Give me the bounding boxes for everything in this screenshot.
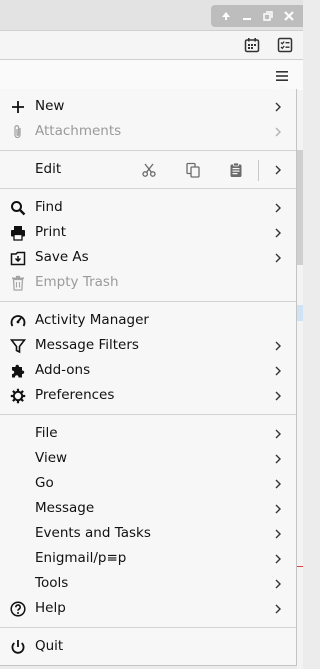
menu-item-label: Activity Manager — [35, 312, 149, 328]
puzzle-icon — [9, 362, 27, 380]
filter-icon — [9, 337, 27, 355]
menu-item-label: Message Filters — [35, 337, 139, 353]
chevron-right-icon — [272, 387, 284, 404]
menu-item-file[interactable]: File — [0, 421, 296, 446]
menu-item-save-as[interactable]: Save As — [0, 245, 296, 270]
menu-item-message-filters[interactable]: Message Filters — [0, 333, 296, 358]
menu-item-help[interactable]: Help — [0, 596, 296, 621]
chevron-right-icon — [272, 362, 284, 379]
menu-item-label: Preferences — [35, 387, 115, 403]
plus-icon — [9, 98, 27, 116]
printer-icon — [9, 224, 27, 242]
menu-item-label: Message — [35, 500, 95, 516]
calendar-icon[interactable] — [244, 37, 260, 53]
menu-item-tools[interactable]: Tools — [0, 571, 296, 596]
close-icon[interactable] — [281, 8, 297, 24]
help-icon — [9, 600, 27, 618]
menu-item-view[interactable]: View — [0, 446, 296, 471]
menu-item-attachments[interactable]: Attachments — [0, 119, 296, 144]
menu-item-label: Add-ons — [35, 362, 91, 378]
chevron-right-icon — [272, 249, 284, 266]
menu-item-label: Go — [35, 475, 54, 491]
today-marker-fragment — [297, 566, 303, 567]
menu-item-quit[interactable]: Quit — [0, 634, 296, 659]
menu-item-label: Save As — [35, 249, 89, 265]
main-toolbar — [0, 60, 303, 91]
gear-icon — [9, 387, 27, 405]
gauge-icon — [9, 312, 27, 330]
menu-item-label: Enigmail/p≡p — [35, 550, 127, 566]
trash-icon — [9, 274, 27, 292]
menu-item-add-ons[interactable]: Add-ons — [0, 358, 296, 383]
power-icon — [9, 638, 27, 656]
edit-row-divider — [258, 160, 259, 181]
menu-item-print[interactable]: Print — [0, 220, 296, 245]
menu-item-label: View — [35, 450, 68, 466]
titlebar — [0, 0, 303, 31]
chevron-right-icon — [272, 525, 284, 542]
chevron-right-icon — [272, 224, 284, 241]
menu-item-label: Events and Tasks — [35, 525, 151, 541]
menu-item-go[interactable]: Go — [0, 471, 296, 496]
menu-item-label: Quit — [35, 638, 64, 654]
menu-separator — [0, 414, 296, 415]
menu-item-label: New — [35, 98, 65, 114]
minimize-icon[interactable] — [239, 8, 255, 24]
copy-icon[interactable] — [184, 160, 202, 180]
menu-item-activity-manager[interactable]: Activity Manager — [0, 308, 296, 333]
chevron-right-icon — [272, 161, 284, 178]
menu-item-preferences[interactable]: Preferences — [0, 383, 296, 408]
chevron-right-icon — [272, 450, 284, 467]
chevron-right-icon — [272, 550, 284, 567]
menu-separator — [0, 188, 296, 189]
menu-item-label: Edit — [35, 161, 62, 177]
selected-row-fragment — [297, 305, 303, 321]
menu-separator — [0, 150, 296, 151]
menu-item-label: Help — [35, 600, 66, 616]
paperclip-icon — [9, 123, 27, 141]
menu-item-new[interactable]: New — [0, 94, 296, 119]
chevron-right-icon — [272, 98, 284, 115]
menu-item-enigmail[interactable]: Enigmail/p≡p — [0, 546, 296, 571]
chevron-right-icon — [272, 500, 284, 517]
menu-item-label: Find — [35, 199, 63, 215]
tasks-icon[interactable] — [277, 37, 293, 53]
cut-icon[interactable] — [140, 160, 158, 180]
menu-item-empty-trash[interactable]: Empty Trash — [0, 270, 296, 295]
menu-item-label: File — [35, 425, 58, 441]
window-controls — [211, 5, 303, 27]
chevron-right-icon — [272, 475, 284, 492]
menu-item-events-and-tasks[interactable]: Events and Tasks — [0, 521, 296, 546]
menu-item-find[interactable]: Find — [0, 195, 296, 220]
scrollbar-thumb[interactable] — [297, 150, 303, 265]
menu-item-label: Attachments — [35, 123, 122, 139]
menu-item-message[interactable]: Message — [0, 496, 296, 521]
hamburger-menu-icon[interactable] — [274, 68, 290, 84]
menu-item-label: Print — [35, 224, 67, 240]
chevron-right-icon — [272, 199, 284, 216]
chevron-right-icon — [272, 575, 284, 592]
restore-icon[interactable] — [260, 8, 276, 24]
menu-separator — [0, 301, 296, 302]
scroll-up-icon[interactable] — [218, 8, 234, 24]
chevron-right-icon — [272, 337, 284, 354]
chevron-right-icon — [272, 123, 284, 140]
menu-item-label: Empty Trash — [35, 274, 119, 290]
menu-item-label: Tools — [35, 575, 69, 591]
paste-icon[interactable] — [227, 160, 245, 180]
save-as-icon — [9, 249, 27, 267]
chevron-right-icon — [272, 600, 284, 617]
menu-separator — [0, 627, 296, 628]
chevron-right-icon — [272, 425, 284, 442]
magnifier-icon — [9, 199, 27, 217]
